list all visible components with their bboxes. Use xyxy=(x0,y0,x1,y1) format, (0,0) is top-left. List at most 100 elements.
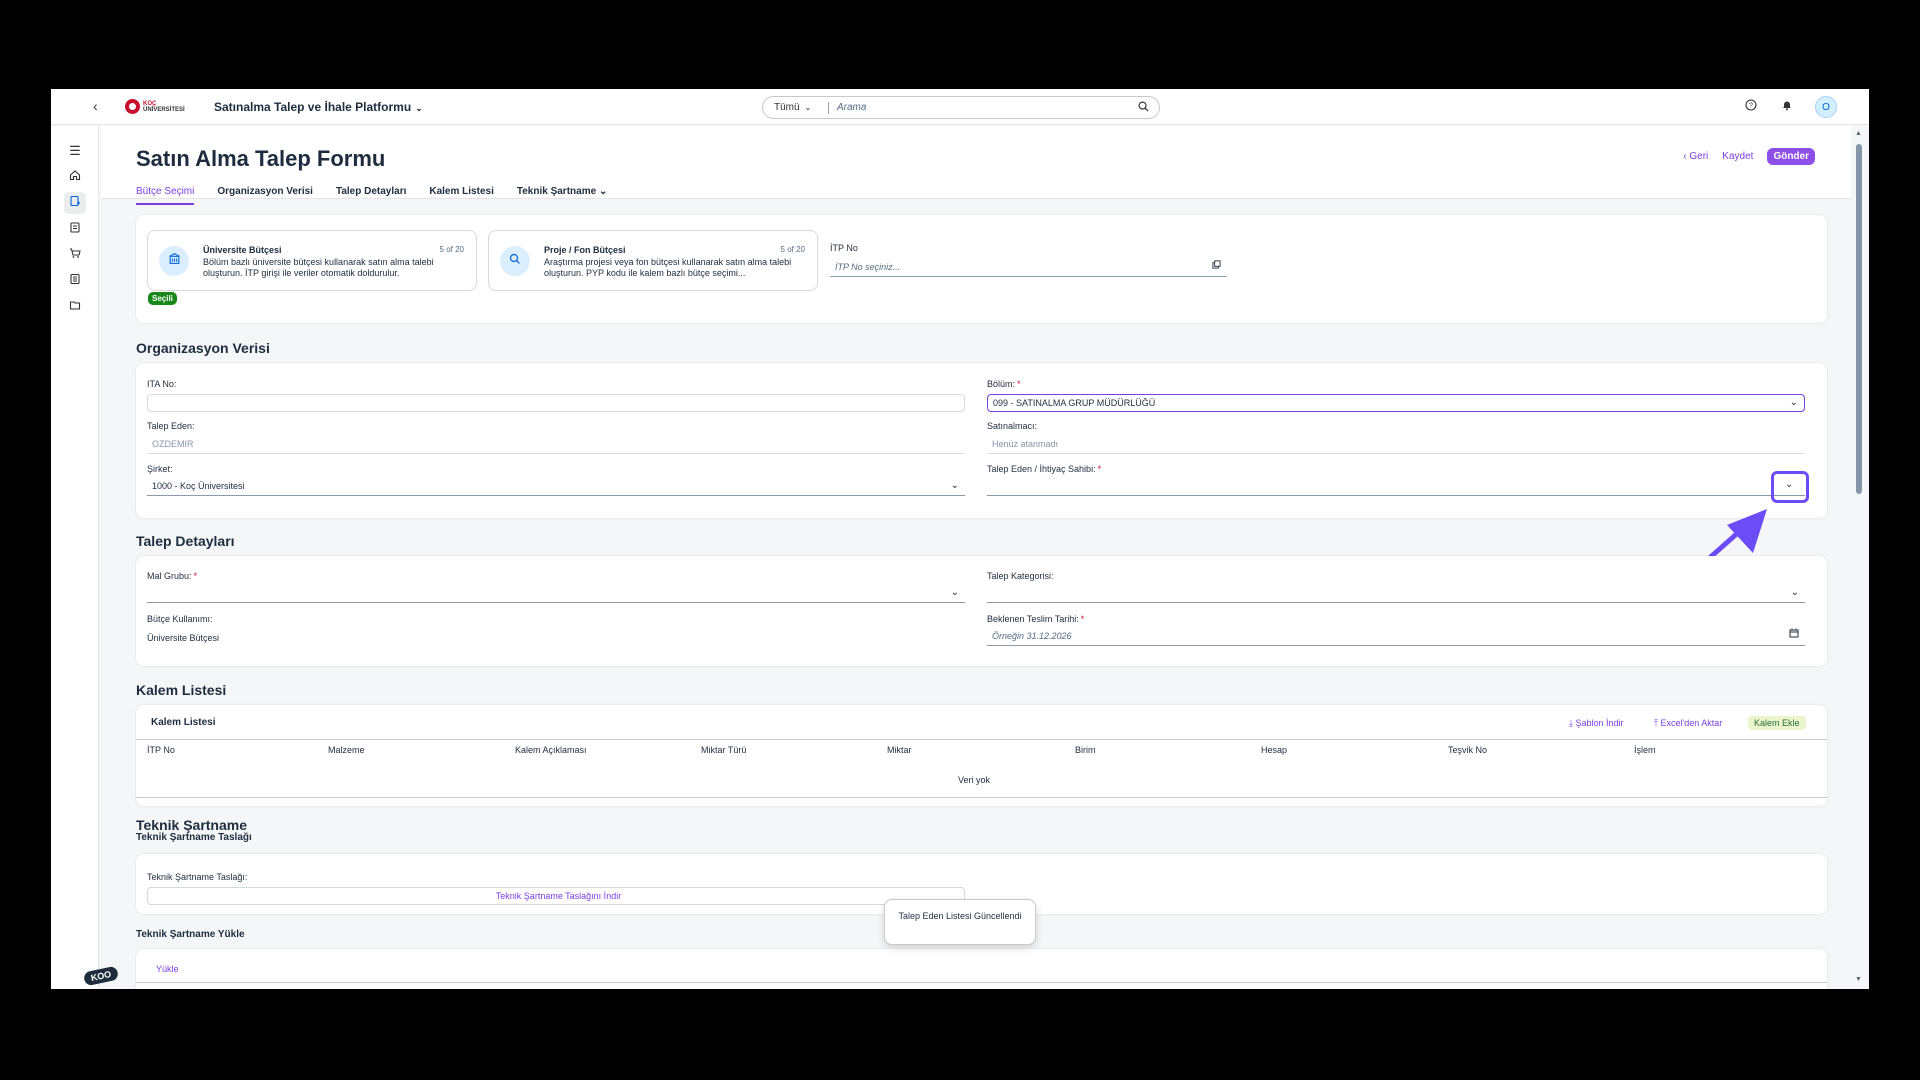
header-actions: ‹ Geri Kaydet Gönder xyxy=(1683,148,1815,165)
back-icon[interactable]: ‹ xyxy=(93,98,98,114)
section-title-teknik-sartname: Teknik Şartname xyxy=(136,817,248,833)
cart-icon[interactable] xyxy=(64,244,86,266)
upload-subtitle: Teknik Şartname Yükle xyxy=(136,929,245,940)
search-icon[interactable] xyxy=(1138,101,1149,115)
help-icon[interactable]: ? xyxy=(1743,99,1759,115)
teslim-tarihi-input[interactable]: Örneğin 31.12.2026 xyxy=(987,628,1805,646)
bolum-value: 099 - SATINALMA GRUP MÜDÜRLÜĞÜ xyxy=(993,398,1156,408)
template-label: Şablon İndir xyxy=(1575,718,1624,728)
ita-input[interactable] xyxy=(147,394,965,412)
request-icon[interactable] xyxy=(64,192,86,214)
logo[interactable]: KOÇ ÜNİVERSİTESİ xyxy=(125,99,185,114)
back-button[interactable]: ‹ Geri xyxy=(1683,151,1708,162)
column-header[interactable]: Birim xyxy=(1075,745,1096,755)
back-label: Geri xyxy=(1689,151,1709,162)
required-marker: * xyxy=(1097,464,1102,474)
chevron-down-icon[interactable]: ⌄ xyxy=(1790,395,1798,411)
scroll-up-icon[interactable]: ▲ xyxy=(1855,130,1862,137)
budget-tile-project[interactable]: Proje / Fon Bütçesi 5 of 20 Araştırma pr… xyxy=(488,230,818,291)
svg-text:?: ? xyxy=(1749,103,1753,110)
tab-butce-secimi[interactable]: Bütçe Seçimi xyxy=(136,186,195,205)
tab-teknik-sartname-label: Teknik Şartname xyxy=(516,186,597,197)
page-title: Satın Alma Talep Formu xyxy=(136,146,386,171)
ita-label: ITA No: xyxy=(147,379,177,389)
bell-icon[interactable] xyxy=(1779,99,1795,115)
chevron-down-icon[interactable]: ⌄ xyxy=(951,478,959,494)
satinalmaci-field: Henüz atanmadı xyxy=(987,436,1805,454)
ihtiyac-label-text: Talep Eden / İhtiyaç Sahibi: xyxy=(987,464,1096,474)
sirket-select[interactable]: 1000 - Koç Üniversitesi ⌄ xyxy=(147,478,965,496)
menu-icon[interactable]: ☰ xyxy=(64,140,86,162)
search-scope-select[interactable]: Tümü ⌄ xyxy=(763,102,818,113)
column-header[interactable]: Malzeme xyxy=(328,745,365,755)
draft-subtitle: Teknik Şartname Taslağı xyxy=(136,832,252,843)
chevron-down-icon: ⌄ xyxy=(415,103,423,113)
table-bottom-line xyxy=(136,797,1827,798)
template-download-button[interactable]: ⤓ Şablon İndir xyxy=(1569,718,1624,729)
bolum-label: Bölüm: * xyxy=(987,379,1021,389)
search-input[interactable]: Arama xyxy=(837,102,1138,113)
budget-tile-university[interactable]: Üniversite Bütçesi 5 of 20 Bölüm bazlı ü… xyxy=(147,230,477,291)
chevron-down-icon[interactable]: ⌄ xyxy=(1791,585,1799,601)
talep-kategorisi-label: Talep Kategorisi: xyxy=(987,571,1054,581)
upload-tab[interactable]: Yükle xyxy=(156,964,179,974)
save-button[interactable]: Kaydet xyxy=(1722,151,1753,162)
sirket-label: Şirket: xyxy=(147,464,173,474)
bolum-select[interactable]: 099 - SATINALMA GRUP MÜDÜRLÜĞÜ ⌄ xyxy=(987,394,1805,412)
shell-bar: ‹ KOÇ ÜNİVERSİTESİ Satınalma Talep ve İh… xyxy=(51,89,1869,125)
app-title-menu[interactable]: Satınalma Talep ve İhale Platformu ⌄ xyxy=(214,100,423,114)
column-header[interactable]: Teşvik No xyxy=(1448,745,1487,755)
chevron-down-icon[interactable]: ⌄ xyxy=(951,585,959,601)
butce-kullanimi-value: Üniversite Bütçesi xyxy=(147,633,220,643)
vertical-scrollbar[interactable]: ▲ ▼ xyxy=(1851,126,1869,989)
bolum-label-text: Bölüm: xyxy=(987,379,1016,389)
clipboard-icon[interactable] xyxy=(64,218,86,240)
add-item-button[interactable]: Kalem Ekle xyxy=(1748,716,1806,730)
highlighted-dropdown-button[interactable]: ⌄ xyxy=(1771,471,1809,503)
required-marker: * xyxy=(193,571,198,581)
ihtiyac-sahibi-label: Talep Eden / İhtiyaç Sahibi: * xyxy=(987,464,1101,474)
section-title-talep-detaylari: Talep Detayları xyxy=(136,533,235,549)
search-scope-value: Tümü xyxy=(774,102,800,113)
column-header[interactable]: Kalem Açıklaması xyxy=(515,745,587,755)
send-button[interactable]: Gönder xyxy=(1767,148,1815,165)
divider xyxy=(828,101,829,114)
column-header[interactable]: Miktar Türü xyxy=(701,745,746,755)
download-draft-button[interactable]: Teknik Şartname Taslağını İndir xyxy=(147,887,965,905)
tab-talep-detaylari[interactable]: Talep Detayları xyxy=(336,186,406,205)
column-header[interactable]: İTP No xyxy=(147,745,175,755)
section-tabs: Bütçe Seçimi Organizasyon Verisi Talep D… xyxy=(136,186,630,205)
search-icon xyxy=(500,246,530,276)
excel-import-button[interactable]: ⤒ Excel'den Aktar xyxy=(1654,718,1722,729)
column-header[interactable]: Miktar xyxy=(887,745,912,755)
talep-eden-field: OZDEMIR xyxy=(147,436,965,454)
building-icon xyxy=(159,246,189,276)
search-bar[interactable]: Tümü ⌄ Arama xyxy=(762,96,1160,119)
itp-placeholder: İTP No seçiniz... xyxy=(835,262,901,272)
column-header[interactable]: Hesap xyxy=(1261,745,1287,755)
scroll-down-icon[interactable]: ▼ xyxy=(1855,976,1862,983)
floating-badge[interactable]: KOO xyxy=(82,965,120,987)
itp-input[interactable]: İTP No seçiniz... xyxy=(830,259,1227,277)
value-help-icon[interactable] xyxy=(1212,259,1221,275)
toast-message: Talep Eden Listesi Güncellendi xyxy=(884,899,1036,945)
tab-teknik-sartname[interactable]: Teknik Şartname ⌄ xyxy=(517,186,607,205)
teslim-tarihi-label: Beklenen Teslim Tarihi: * xyxy=(987,614,1084,624)
talep-kategorisi-select[interactable]: ⌄ xyxy=(987,585,1805,603)
tab-kalem-listesi[interactable]: Kalem Listesi xyxy=(429,186,493,205)
logo-mark xyxy=(125,99,140,114)
draft-label: Teknik Şartname Taslağı: xyxy=(147,872,248,882)
satinalmaci-label: Satınalmacı: xyxy=(987,421,1038,431)
catalog-icon[interactable] xyxy=(64,270,86,292)
tab-organizasyon-verisi[interactable]: Organizasyon Verisi xyxy=(217,186,313,205)
tile-title: Proje / Fon Bütçesi xyxy=(544,245,626,255)
side-navigation: ☰ KOO i xyxy=(51,126,120,989)
ihtiyac-sahibi-select[interactable] xyxy=(987,478,1805,496)
calendar-icon[interactable] xyxy=(1789,628,1799,644)
avatar[interactable]: O xyxy=(1815,96,1837,118)
home-icon[interactable] xyxy=(64,166,86,188)
mal-grubu-select[interactable]: ⌄ xyxy=(147,585,965,603)
folder-icon[interactable] xyxy=(64,296,86,318)
column-header[interactable]: İşlem xyxy=(1634,745,1656,755)
scrollbar-thumb[interactable] xyxy=(1856,144,1862,494)
